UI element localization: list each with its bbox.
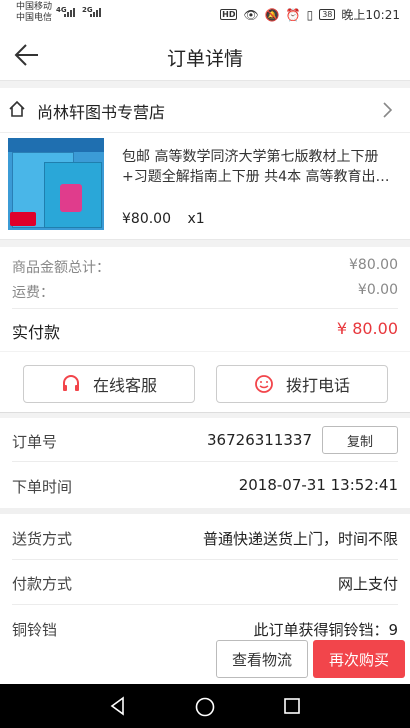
chevron-right-icon bbox=[383, 102, 392, 118]
shop-row[interactable]: 尚林轩图书专营店 bbox=[0, 88, 410, 133]
goods-total-row: 商品金额总计： ¥80.00 bbox=[12, 257, 398, 277]
shipping-value: ¥0.00 bbox=[357, 282, 398, 298]
goods-total-label: 商品金额总计： bbox=[12, 260, 110, 276]
carrier-info: 中国移动 中国电信 bbox=[16, 2, 52, 24]
payment-label: 付款方式 bbox=[12, 575, 73, 593]
goods-total-value: ¥80.00 bbox=[349, 257, 398, 273]
copy-button[interactable]: 复制 bbox=[322, 426, 398, 454]
battery-icon: 38 bbox=[319, 9, 336, 20]
carrier-2: 中国电信 bbox=[16, 13, 53, 23]
product-thumbnail bbox=[8, 138, 104, 230]
vibrate-icon: ▯ bbox=[306, 7, 314, 22]
shipping-row: 运费： ¥0.00 bbox=[12, 282, 398, 302]
online-service-button[interactable]: 在线客服 bbox=[23, 365, 195, 403]
divider bbox=[12, 604, 398, 605]
product-quantity: x1 bbox=[187, 211, 205, 227]
product-price: ¥80.00 bbox=[122, 211, 171, 227]
status-right: HD 👁 🔕 ⏰ ▯ 38 晚上10:21 bbox=[220, 6, 400, 23]
price-row: ¥80.00 x1 bbox=[122, 211, 205, 227]
home-icon bbox=[9, 100, 25, 117]
delivery-value: 普通快递送货上门，时间不限 bbox=[202, 530, 398, 548]
mute-icon: 🔕 bbox=[264, 7, 280, 22]
divider bbox=[12, 308, 398, 309]
paid-value: ¥ 80.00 bbox=[336, 319, 398, 338]
product-item[interactable]: 包邮 高等数学同济大学第七版教材上下册+习题全解指南上下册 共4本 高等教育出…… bbox=[0, 133, 410, 240]
view-logistics-button[interactable]: 查看物流 bbox=[216, 640, 308, 678]
headset-icon bbox=[62, 375, 79, 391]
clock-time: 晚上10:21 bbox=[341, 8, 400, 22]
top-bar: 订单详情 bbox=[0, 30, 410, 81]
order-time-value: 2018-07-31 13:52:41 bbox=[238, 476, 398, 494]
online-service-label: 在线客服 bbox=[92, 376, 157, 395]
delivery-label: 送货方式 bbox=[12, 530, 73, 548]
nav-home-icon[interactable] bbox=[194, 696, 216, 718]
bottom-action-bar: 查看物流 再次购买 bbox=[0, 636, 410, 684]
status-bar: 中国移动 中国电信 4G 2G HD 👁 🔕 ⏰ ▯ 38 晚上10:21 bbox=[0, 0, 410, 30]
nav-back-icon[interactable] bbox=[108, 696, 128, 716]
order-time-label: 下单时间 bbox=[12, 478, 73, 496]
section-separator bbox=[0, 508, 410, 514]
product-description: 包邮 高等数学同济大学第七版教材上下册+习题全解指南上下册 共4本 高等教育出… bbox=[122, 149, 390, 185]
divider bbox=[12, 461, 398, 462]
delivery-row: 送货方式 普通快递送货上门，时间不限 bbox=[12, 515, 398, 559]
buy-again-button[interactable]: 再次购买 bbox=[313, 640, 405, 678]
shop-name: 尚林轩图书专营店 bbox=[37, 103, 166, 122]
nav-recents-icon[interactable] bbox=[282, 696, 302, 716]
contact-actions: 在线客服 拨打电话 bbox=[0, 352, 410, 413]
order-number-value: 36726311337 bbox=[207, 431, 312, 449]
call-phone-button[interactable]: 拨打电话 bbox=[216, 365, 388, 403]
order-time-row: 下单时间 2018-07-31 13:52:41 bbox=[12, 463, 398, 507]
alarm-icon: ⏰ bbox=[285, 7, 301, 22]
hd-icon: HD bbox=[220, 9, 238, 20]
shipping-label: 运费： bbox=[12, 285, 54, 301]
price-summary: 商品金额总计： ¥80.00 运费： ¥0.00 实付款 ¥ 80.00 bbox=[0, 247, 410, 351]
system-nav-bar bbox=[0, 684, 410, 728]
paid-row: 实付款 ¥ 80.00 bbox=[12, 319, 398, 343]
paid-label: 实付款 bbox=[12, 323, 61, 342]
call-phone-label: 拨打电话 bbox=[285, 376, 350, 395]
order-number-row: 订单号 36726311337 复制 bbox=[12, 418, 398, 462]
payment-value: 网上支付 bbox=[337, 575, 398, 593]
eye-icon: 👁 bbox=[243, 7, 259, 22]
carrier-1: 中国移动 bbox=[16, 2, 53, 12]
smile-icon bbox=[255, 375, 273, 393]
payment-row: 付款方式 网上支付 bbox=[12, 560, 398, 604]
page-title: 订单详情 bbox=[166, 48, 243, 70]
order-number-label: 订单号 bbox=[12, 433, 58, 451]
signal-icon bbox=[64, 8, 75, 17]
signal-icon-2 bbox=[90, 8, 101, 17]
